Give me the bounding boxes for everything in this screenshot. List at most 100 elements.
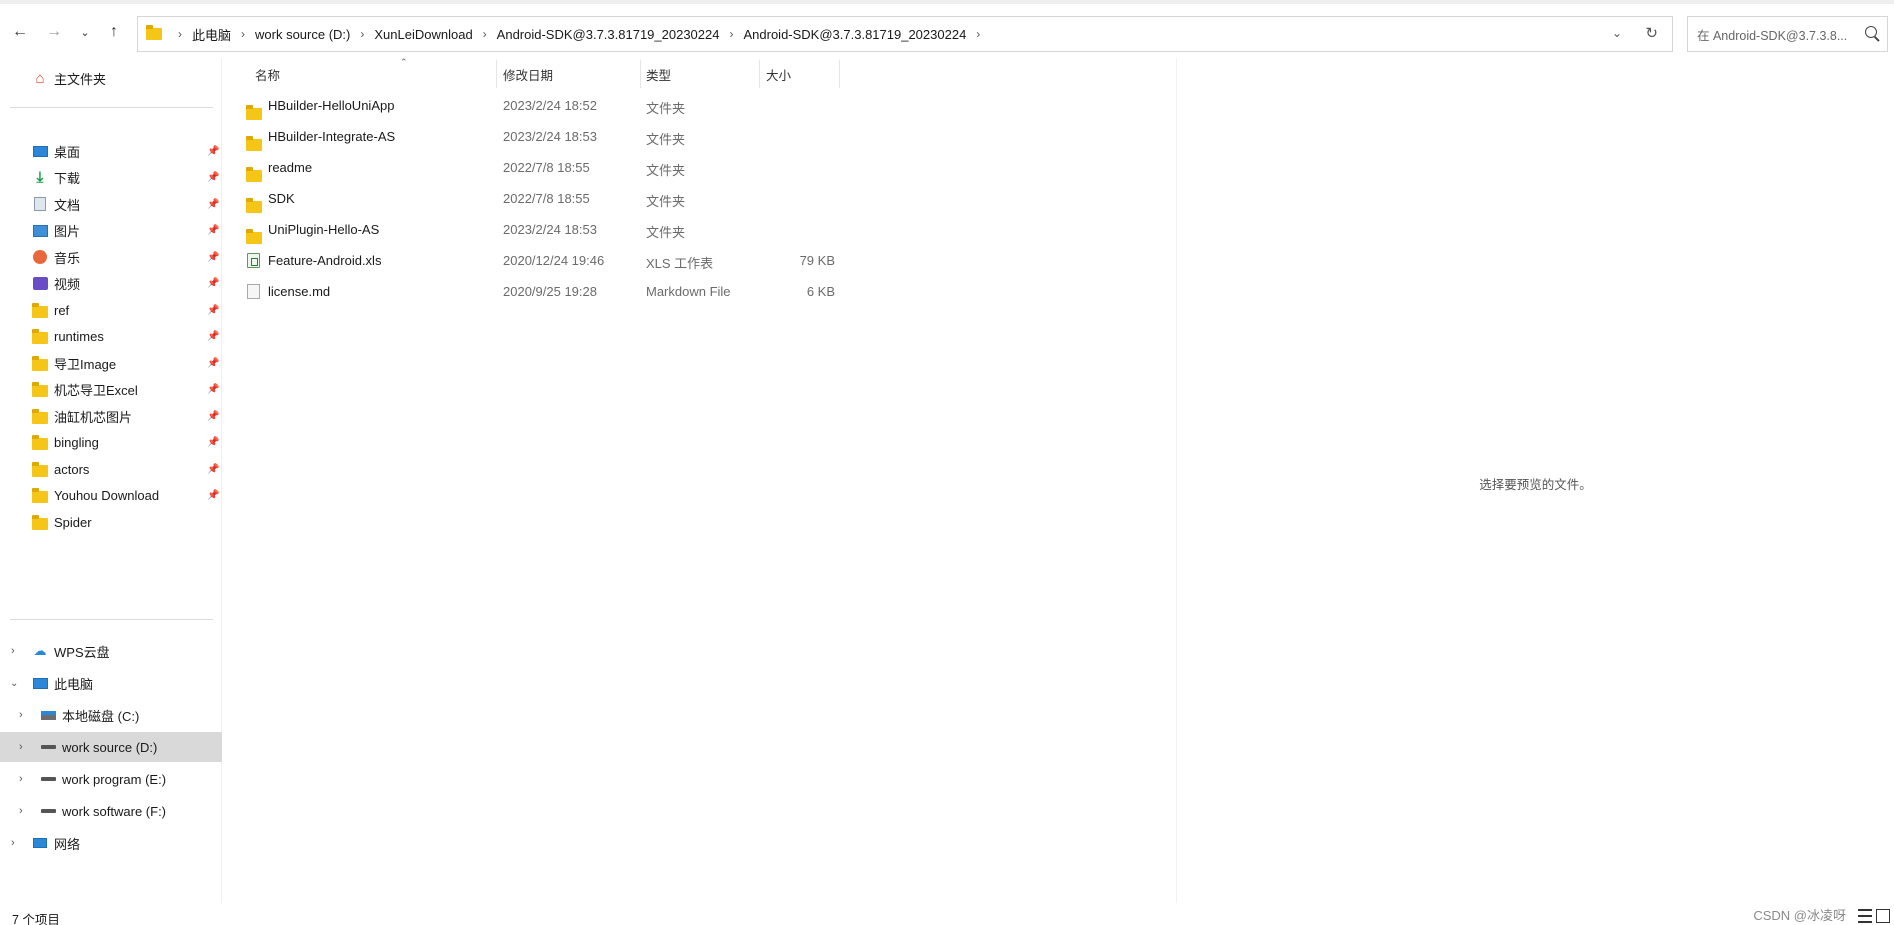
pin-icon[interactable]: 📌 xyxy=(207,225,219,236)
sidebar-item-label: 机芯导卫Excel xyxy=(54,383,138,398)
pin-icon[interactable]: 📌 xyxy=(207,278,219,289)
sidebar-item-quick-access[interactable]: 音乐 📌 xyxy=(0,242,222,272)
column-header-type[interactable]: 类型 xyxy=(646,58,756,90)
sidebar-item-wps[interactable]: › ☁ WPS云盘 xyxy=(0,636,222,666)
sidebar-item-quick-access[interactable]: 桌面 📌 xyxy=(0,136,222,166)
breadcrumb-item[interactable]: Android-SDK@3.7.3.81719_20230224 xyxy=(739,27,970,42)
column-header-name[interactable]: 名称 ⌃ xyxy=(255,57,495,90)
sidebar-item-quick-access[interactable]: 导卫Image 📌 xyxy=(0,348,222,378)
file-name[interactable]: readme xyxy=(268,160,312,175)
cloud-icon: ☁ xyxy=(33,643,47,658)
breadcrumb-item[interactable]: 此电脑 xyxy=(188,25,235,44)
forward-icon[interactable]: → xyxy=(42,20,66,44)
up-icon[interactable]: ↑ xyxy=(102,20,126,44)
chevron-right-icon[interactable]: › xyxy=(19,773,23,785)
column-header-size[interactable]: 大小 xyxy=(766,58,836,90)
divider xyxy=(10,619,213,620)
chevron-right-icon[interactable]: › xyxy=(19,741,23,753)
column-header-date[interactable]: 修改日期 xyxy=(503,58,643,90)
pin-icon[interactable]: 📌 xyxy=(207,490,219,501)
sidebar-item-quick-access[interactable]: ⤓ 下载 📌 xyxy=(0,163,222,193)
sidebar-item-quick-access[interactable]: Youhou Download 📌 xyxy=(0,481,222,511)
file-type: 文件夹 xyxy=(646,194,686,209)
chevron-down-icon[interactable]: ⌄ xyxy=(10,678,18,689)
search-input[interactable]: 在 Android-SDK@3.7.3.8... xyxy=(1687,16,1888,52)
chevron-right-icon[interactable]: › xyxy=(354,27,370,41)
sidebar-item-quick-access[interactable]: runtimes 📌 xyxy=(0,322,222,352)
chevron-right-icon[interactable]: › xyxy=(970,27,986,41)
chevron-right-icon[interactable]: › xyxy=(11,645,15,657)
sidebar-item-quick-access[interactable]: ref 📌 xyxy=(0,295,222,325)
file-row[interactable]: HBuilder-HelloUniApp 2023/2/24 18:52 文件夹 xyxy=(238,91,1060,122)
document-icon xyxy=(32,196,48,212)
sidebar-item-drive[interactable]: › work software (F:) xyxy=(0,796,222,826)
sidebar-item-network[interactable]: › 网络 xyxy=(0,828,222,858)
details-view-icon[interactable] xyxy=(1858,909,1872,923)
address-bar[interactable]: › 此电脑 › work source (D:) › XunLeiDownloa… xyxy=(137,16,1673,52)
sidebar-item-label: Spider xyxy=(54,514,92,530)
file-row[interactable]: readme 2022/7/8 18:55 文件夹 xyxy=(238,153,1060,184)
sidebar-item-label: work software (F:) xyxy=(62,803,167,819)
chevron-right-icon[interactable]: › xyxy=(11,837,15,849)
sidebar-item-quick-access[interactable]: actors 📌 xyxy=(0,454,222,484)
address-history-chevron-icon[interactable]: ⌄ xyxy=(1612,26,1622,40)
sidebar-item-drive[interactable]: › 本地磁盘 (C:) xyxy=(0,700,222,730)
file-name[interactable]: license.md xyxy=(268,284,330,299)
sidebar-item-quick-access[interactable]: 视频 📌 xyxy=(0,269,222,299)
pin-icon[interactable]: 📌 xyxy=(207,146,219,157)
file-name[interactable]: Feature-Android.xls xyxy=(268,253,381,268)
chevron-right-icon[interactable]: › xyxy=(477,27,493,41)
drive-icon xyxy=(40,771,56,787)
column-resize-handle[interactable] xyxy=(640,60,641,88)
sidebar-item-quick-access[interactable]: bingling 📌 xyxy=(0,428,222,458)
file-row[interactable]: SDK 2022/7/8 18:55 文件夹 xyxy=(238,184,1060,215)
file-name[interactable]: HBuilder-Integrate-AS xyxy=(268,129,395,144)
column-resize-handle[interactable] xyxy=(839,60,840,88)
chevron-right-icon[interactable]: › xyxy=(235,27,251,41)
folder-icon xyxy=(32,382,48,398)
file-size: 79 KB xyxy=(799,253,835,268)
refresh-icon[interactable]: ↻ xyxy=(1645,24,1658,42)
column-resize-handle[interactable] xyxy=(759,60,760,88)
file-name[interactable]: HBuilder-HelloUniApp xyxy=(268,98,394,113)
chevron-right-icon[interactable]: › xyxy=(172,27,188,41)
sidebar-item-drive[interactable]: › work source (D:) xyxy=(0,732,222,762)
breadcrumb-item[interactable]: Android-SDK@3.7.3.81719_20230224 xyxy=(493,27,724,42)
pin-icon[interactable]: 📌 xyxy=(207,358,219,369)
picture-icon xyxy=(32,223,48,239)
sidebar-item-quick-access[interactable]: 机芯导卫Excel 📌 xyxy=(0,375,222,405)
pin-icon[interactable]: 📌 xyxy=(207,384,219,395)
sidebar-item-quick-access[interactable]: 文档 📌 xyxy=(0,189,222,219)
pin-icon[interactable]: 📌 xyxy=(207,252,219,263)
sidebar-item-label: 主文件夹 xyxy=(54,71,107,87)
pin-icon[interactable]: 📌 xyxy=(207,199,219,210)
chevron-right-icon[interactable]: › xyxy=(723,27,739,41)
recent-locations-chevron-icon[interactable]: ⌄ xyxy=(73,20,97,44)
column-resize-handle[interactable] xyxy=(496,60,497,88)
breadcrumb-item[interactable]: work source (D:) xyxy=(251,27,354,42)
large-icons-view-icon[interactable] xyxy=(1876,909,1890,923)
file-name[interactable]: UniPlugin-Hello-AS xyxy=(268,222,379,237)
sidebar-item-quick-access[interactable]: Spider xyxy=(0,507,222,537)
sidebar-item-drive[interactable]: › work program (E:) xyxy=(0,764,222,794)
pin-icon[interactable]: 📌 xyxy=(207,172,219,183)
pin-icon[interactable]: 📌 xyxy=(207,411,219,422)
file-row[interactable]: HBuilder-Integrate-AS 2023/2/24 18:53 文件夹 xyxy=(238,122,1060,153)
sidebar-item-this-pc[interactable]: ⌄ 此电脑 xyxy=(0,668,222,698)
file-row[interactable]: Feature-Android.xls 2020/12/24 19:46 XLS 工… xyxy=(238,246,1060,277)
chevron-right-icon[interactable]: › xyxy=(19,709,23,721)
breadcrumb-item[interactable]: XunLeiDownload xyxy=(370,27,476,42)
file-row[interactable]: license.md 2020/9/25 19:28 Markdown File 6 … xyxy=(238,277,1060,308)
pin-icon[interactable]: 📌 xyxy=(207,437,219,448)
search-icon[interactable] xyxy=(1865,26,1877,38)
sidebar-item-quick-access[interactable]: 图片 📌 xyxy=(0,216,222,246)
sidebar-item-quick-access[interactable]: 油缸机芯图片 📌 xyxy=(0,401,222,431)
chevron-right-icon[interactable]: › xyxy=(19,805,23,817)
sidebar-item-home[interactable]: ⌂ 主文件夹 xyxy=(0,63,222,93)
file-name[interactable]: SDK xyxy=(268,191,295,206)
back-icon[interactable]: ← xyxy=(8,20,32,44)
pin-icon[interactable]: 📌 xyxy=(207,464,219,475)
pin-icon[interactable]: 📌 xyxy=(207,305,219,316)
pin-icon[interactable]: 📌 xyxy=(207,331,219,342)
file-row[interactable]: UniPlugin-Hello-AS 2023/2/24 18:53 文件夹 xyxy=(238,215,1060,246)
